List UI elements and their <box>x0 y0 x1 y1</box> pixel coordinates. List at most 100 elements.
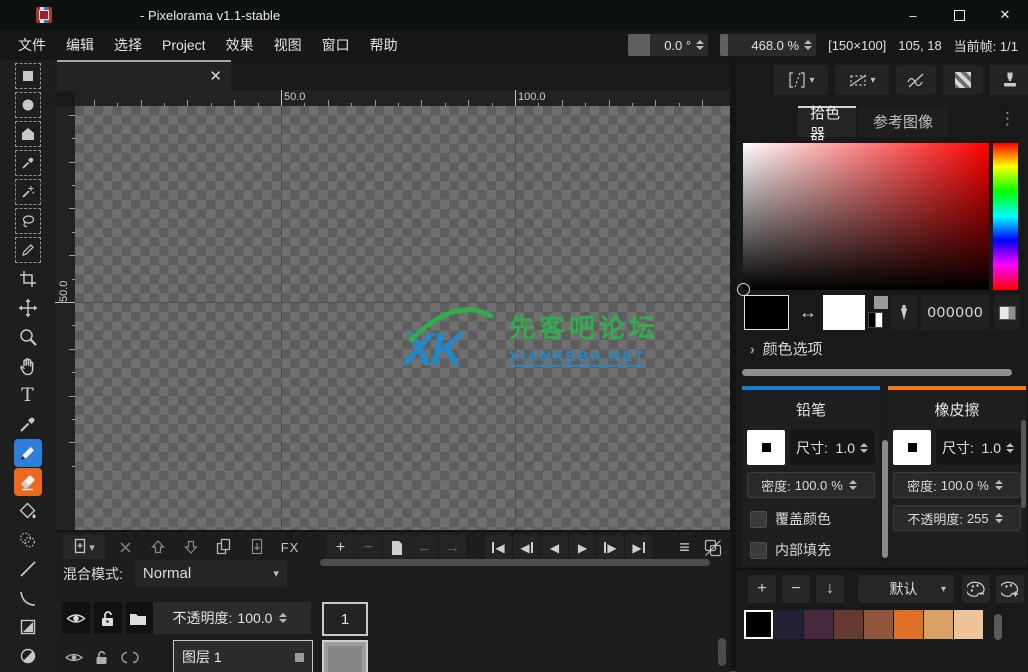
horizontal-mirror-button[interactable]: ▾ <box>774 65 828 95</box>
add-layer-button[interactable]: ▾ <box>63 535 105 559</box>
edit-palette-button[interactable] <box>962 575 990 603</box>
pixel-perfect-button[interactable] <box>896 65 936 95</box>
tool-move[interactable] <box>14 294 42 322</box>
tool-rectangle[interactable] <box>14 613 42 641</box>
onion-skinning-button[interactable] <box>699 535 726 560</box>
timeline-settings-button[interactable]: ≡ <box>671 535 698 560</box>
next-frame-button[interactable]: ▶ <box>597 535 624 560</box>
menu-窗口[interactable]: 窗口 <box>312 30 360 60</box>
new-palette-button[interactable] <box>996 575 1024 603</box>
last-frame-button[interactable]: ▶ <box>625 535 652 560</box>
palette-swatch-7[interactable] <box>954 610 983 639</box>
rotation-spin-arrows[interactable] <box>694 40 708 50</box>
default-colors-button[interactable] <box>868 295 888 330</box>
add-frame-button[interactable]: + <box>327 535 354 560</box>
layer-lock-button[interactable] <box>94 602 122 634</box>
remove-frame-button[interactable]: − <box>355 535 382 560</box>
menu-视图[interactable]: 视图 <box>264 30 312 60</box>
saturation-value-picker[interactable] <box>743 143 989 290</box>
tool-text[interactable]: T <box>14 381 42 409</box>
eraser-size-arrows[interactable] <box>1004 443 1018 453</box>
remove-color-button[interactable]: − <box>782 575 810 603</box>
cel-thumbnail[interactable] <box>322 640 368 672</box>
screen-color-picker-button[interactable] <box>890 295 917 330</box>
panel-menu-button[interactable]: ⋮ <box>999 110 1016 127</box>
merge-layer-button[interactable] <box>244 535 270 559</box>
tool-pan[interactable] <box>14 352 42 380</box>
add-color-button[interactable]: + <box>748 575 776 603</box>
dynamics-button[interactable] <box>990 65 1028 95</box>
palette-swatch-3[interactable] <box>834 610 863 639</box>
rotation-spinbox[interactable]: 0.0 ° <box>628 34 708 56</box>
layer-fx-button[interactable]: FX <box>277 535 303 559</box>
blend-mode-dropdown[interactable]: Normal ▾ <box>135 560 287 587</box>
left-color-swatch[interactable] <box>744 295 789 330</box>
eraser-panel-scrollbar[interactable] <box>1021 420 1026 508</box>
menu-编辑[interactable]: 编辑 <box>56 30 104 60</box>
rotation-slider[interactable] <box>628 34 650 56</box>
menu-帮助[interactable]: 帮助 <box>360 30 408 60</box>
tool-color-picker[interactable] <box>14 410 42 438</box>
tab-color-picker[interactable]: 拾色器 <box>798 106 856 137</box>
palette-scrollbar[interactable] <box>994 614 1002 640</box>
project-tab[interactable]: ✕ <box>57 60 231 90</box>
palette-select-dropdown[interactable]: 默认 ▾ <box>858 575 954 603</box>
canvas-viewport[interactable]: XK 先客吧论坛 XIANKEBA.NET <box>75 106 730 530</box>
fill-inside-checkbox[interactable] <box>750 542 767 559</box>
layer-name-field[interactable]: 图层 1 <box>173 640 313 672</box>
eraser-opacity-spinbox[interactable]: 不透明度: 255 <box>893 505 1021 531</box>
opacity-spin-arrows[interactable] <box>277 613 291 623</box>
tool-rectangle-select[interactable] <box>14 62 42 90</box>
tool-paint-select[interactable] <box>14 236 42 264</box>
alpha-lock-button[interactable] <box>943 65 983 95</box>
menu-文件[interactable]: 文件 <box>8 30 56 60</box>
pencil-brush-button[interactable] <box>747 430 785 465</box>
palette-swatch-0[interactable] <box>744 610 773 639</box>
overwrite-color-checkbox[interactable] <box>750 511 767 528</box>
sort-palette-button[interactable]: ↓ <box>816 575 844 603</box>
color-options-expander[interactable]: › 颜色选项 <box>750 338 823 359</box>
pencil-density-spinbox[interactable]: 密度: 100.0 % <box>747 472 875 498</box>
menu-效果[interactable]: 效果 <box>216 30 264 60</box>
eraser-density-spinbox[interactable]: 密度: 100.0 % <box>893 472 1021 498</box>
swap-colors-button[interactable]: ↔ <box>796 297 820 327</box>
zoom-spin-arrows[interactable] <box>802 40 816 50</box>
clone-frame-button[interactable] <box>383 535 410 560</box>
tool-ellipse[interactable] <box>14 642 42 670</box>
right-color-swatch[interactable] <box>823 295 865 330</box>
tool-polygon-select[interactable] <box>14 120 42 148</box>
tool-ellipse-select[interactable] <box>14 91 42 119</box>
layer1-visibility-button[interactable] <box>62 644 86 670</box>
hex-color-field[interactable]: 000000 <box>921 295 990 330</box>
palette-swatch-6[interactable] <box>924 610 953 639</box>
close-button[interactable]: ✕ <box>982 0 1028 30</box>
layer-opacity-spinbox[interactable]: 不透明度: 100.0 <box>153 602 311 634</box>
zoom-slider[interactable] <box>720 34 728 56</box>
first-frame-button[interactable]: ◀ <box>485 535 512 560</box>
clone-layer-button[interactable] <box>211 535 237 559</box>
layer-properties-icon[interactable] <box>295 653 304 662</box>
tool-crop[interactable] <box>14 265 42 293</box>
tool-pencil[interactable] <box>14 439 42 467</box>
vertical-ruler[interactable]: 50.0 <box>55 106 75 530</box>
eraser-brush-button[interactable] <box>893 430 931 465</box>
eraser-opacity-arrows[interactable] <box>993 513 1007 523</box>
layer1-link-cels-button[interactable] <box>118 644 142 670</box>
move-frame-right-button[interactable]: → <box>439 535 466 560</box>
minimize-button[interactable]: – <box>890 0 936 30</box>
vertical-mirror-button[interactable]: ▾ <box>835 65 889 95</box>
move-frame-left-button[interactable]: ← <box>411 535 438 560</box>
color-mode-button[interactable] <box>994 295 1020 330</box>
tool-color-select[interactable] <box>14 149 42 177</box>
layer-cel-link-button[interactable] <box>126 602 154 634</box>
tab-reference-images[interactable]: 参考图像 <box>858 106 948 137</box>
tool-magic-wand[interactable] <box>14 178 42 206</box>
tab-close-icon[interactable]: ✕ <box>209 67 222 85</box>
timeline-hscrollbar[interactable] <box>320 559 710 566</box>
color-panel-hscrollbar[interactable] <box>742 369 1012 376</box>
frame-header-1[interactable]: 1 <box>322 602 368 636</box>
zoom-spinbox[interactable]: 468.0 % <box>720 34 816 56</box>
menu-选择[interactable]: 选择 <box>104 30 152 60</box>
pencil-density-arrows[interactable] <box>847 480 861 490</box>
hue-slider[interactable] <box>993 143 1018 290</box>
